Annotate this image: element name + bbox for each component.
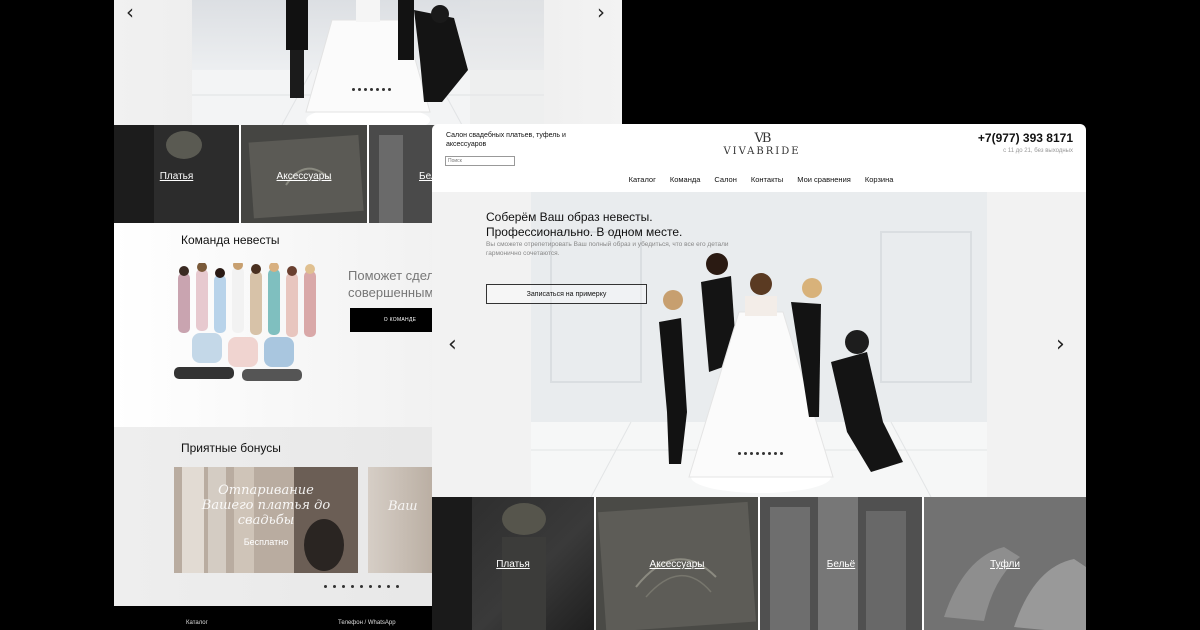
slider-dot[interactable] [774,452,777,455]
category-label: Туфли [990,559,1020,570]
category-shoes[interactable]: Туфли [924,497,1086,630]
team-title: Команда невесты [181,233,280,247]
slider-dot[interactable] [378,585,381,588]
hero-title-line: Соберём Ваш образ невесты. [486,210,653,224]
bonus-slider-dots [324,585,399,588]
hero-slider-dots [738,452,783,455]
slider-dot[interactable] [762,452,765,455]
category-label: Аксессуары [649,559,705,570]
category-label: Платья [159,171,194,182]
bonus-card-caption: Бесплатно [243,537,289,547]
hero-title: Соберём Ваш образ невесты. Профессиональ… [486,210,682,240]
category-label: Платья [496,559,530,570]
back-hero-photo [192,0,544,134]
logo-mark: VB [754,131,772,146]
hero-subtitle: Вы сможете отрепетировать Ваш полный обр… [486,241,729,257]
slider-dot[interactable] [360,585,363,588]
site-logo[interactable]: VB VIVABRIDE [720,131,804,157]
back-hero-dots [352,88,391,91]
back-hero-prev-arrow[interactable]: ‹ [126,0,134,24]
mockup-stage: ‹ › Платья Аксессуары Бел Команда невест… [0,0,1200,630]
back-hero-illustration [192,0,544,134]
search-input[interactable] [445,156,515,166]
slider-dot[interactable] [750,452,753,455]
back-hero-next-arrow[interactable]: › [597,0,605,24]
header-hours: с 11 до 21, без выходных [1003,148,1073,154]
slider-dot[interactable] [351,585,354,588]
logo-text: VIVABRIDE [723,146,801,157]
hero-next-arrow[interactable]: › [1056,332,1065,357]
back-category-lingerie[interactable]: Бел [369,125,439,223]
back-category-dresses[interactable]: Платья [114,125,239,223]
back-hero: ‹ › [114,0,622,134]
category-accessories[interactable]: Аксессуары [596,497,758,630]
slider-dot[interactable] [342,585,345,588]
header-phone[interactable]: +7(977) 393 8171 [978,131,1073,145]
main-nav: Каталог Команда Салон Контакты Мои сравн… [432,175,1086,184]
category-lingerie[interactable]: Бельё [760,497,922,630]
slider-dot[interactable] [352,88,355,91]
header-tagline: Салон свадебных платьев, туфель и аксесс… [446,132,566,148]
team-text-line: Поможет сдела [348,268,442,283]
nav-salon[interactable]: Салон [714,175,736,184]
slider-dot[interactable] [744,452,747,455]
slider-dot[interactable] [756,452,759,455]
team-text-line: совершенным.. [348,285,441,300]
slider-dot[interactable] [768,452,771,455]
slider-dot[interactable] [364,88,367,91]
slider-dot[interactable] [369,585,372,588]
slider-dot[interactable] [396,585,399,588]
slider-dot[interactable] [333,585,336,588]
slider-dot[interactable] [382,88,385,91]
category-label: Аксессуары [276,171,332,182]
team-photo [174,263,316,381]
slider-dot[interactable] [358,88,361,91]
back-category-accessories[interactable]: Аксессуары [241,125,367,223]
category-strip: Платья Аксессуары Бельё Туфли [432,497,1086,630]
category-dresses[interactable]: Платья [432,497,594,630]
bonus-card-second[interactable]: Ваш [368,467,438,573]
nav-comparisons[interactable]: Мои сравнения [797,175,851,184]
footer-catalog-link[interactable]: Каталог [186,620,208,626]
slider-dot[interactable] [387,585,390,588]
slider-dot[interactable] [370,88,373,91]
bonus-card-heading: Ваш [388,499,418,514]
slider-dot[interactable] [780,452,783,455]
nav-cart[interactable]: Корзина [865,175,894,184]
hero-slider: Соберём Ваш образ невесты. Профессиональ… [432,192,1086,497]
bonus-title: Приятные бонусы [181,441,281,455]
book-fitting-button[interactable]: Записаться на примерку [486,284,647,304]
nav-catalog[interactable]: Каталог [629,175,656,184]
slider-dot[interactable] [324,585,327,588]
team-text: Поможет сдела совершенным.. [348,267,441,301]
slider-dot[interactable] [376,88,379,91]
hero-prev-arrow[interactable]: ‹ [448,332,457,357]
back-footer: Каталог Телефон / WhatsApp [114,606,432,630]
slider-dot[interactable] [738,452,741,455]
category-label: Бельё [826,559,856,570]
front-page: Салон свадебных платьев, туфель и аксесс… [432,124,1086,630]
bonus-card-steaming[interactable]: Отпаривание Вашего платья до свадьбы Бес… [174,467,358,573]
bonus-card-heading: Отпаривание Вашего платья до свадьбы [201,483,331,528]
footer-phone-link[interactable]: Телефон / WhatsApp [338,620,396,626]
hero-title-line: Профессионально. В одном месте. [486,225,683,239]
nav-contacts[interactable]: Контакты [751,175,783,184]
slider-dot[interactable] [388,88,391,91]
nav-team[interactable]: Команда [670,175,701,184]
